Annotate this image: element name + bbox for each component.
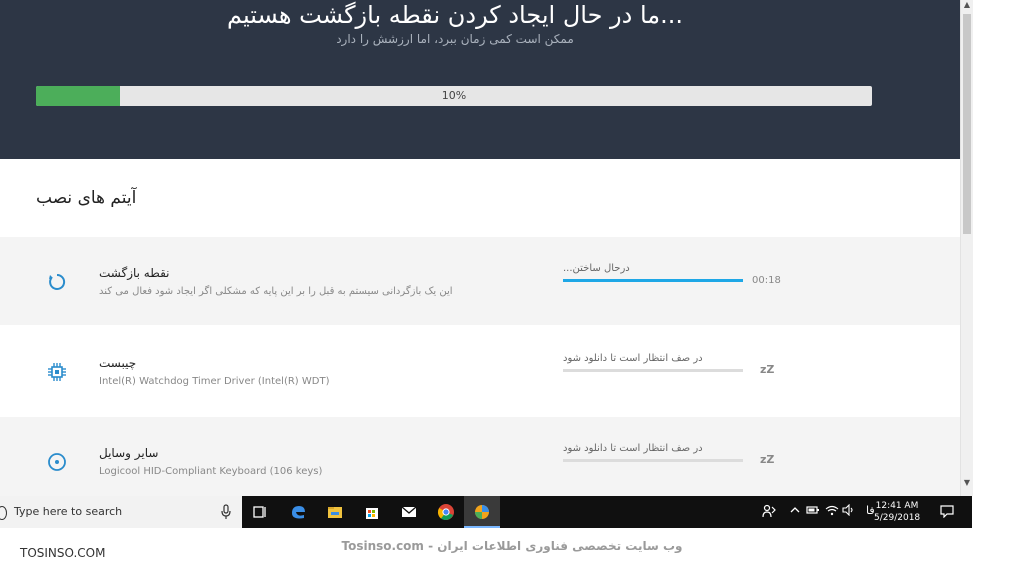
sleep-indicator: zZ [760,363,775,376]
chrome-icon[interactable] [428,496,464,528]
page-title: ...ما در حال ایجاد کردن نقطه بازگشت هستی… [226,1,684,29]
section-title: آیتم های نصب [36,188,137,208]
overall-progress-bar: 10% [36,86,872,106]
page-subtitle: ممکن است کمی زمان ببرد، اما ارزشش را دار… [336,32,574,46]
item-title: سایر وسایل [99,446,159,460]
driver-app-icon[interactable] [464,496,500,528]
sleep-indicator: zZ [760,453,775,466]
item-description: این یک بازگردانی سیستم به قبل را بر این … [99,286,453,297]
scroll-up-icon[interactable]: ▲ [961,0,973,9]
wifi-icon[interactable] [825,504,839,519]
spinner-icon [46,271,68,293]
item-progress-bar [563,459,743,462]
store-icon[interactable] [354,496,390,528]
scroll-down-icon[interactable]: ▼ [961,478,973,487]
item-description: Logicool HID-Compliant Keyboard (106 key… [99,466,323,477]
header: ...ما در حال ایجاد کردن نقطه بازگشت هستی… [0,0,960,159]
item-status: در صف انتظار است تا دانلود شود [563,443,703,454]
scroll-thumb[interactable] [963,14,971,234]
notification-icon[interactable] [940,504,954,521]
item-status: درحال ساختن... [563,263,630,274]
people-icon[interactable] [762,504,776,521]
chip-icon [46,361,68,383]
vertical-scrollbar[interactable]: ▲ ▼ [960,0,973,496]
driver-installer-window: ...ما در حال ایجاد کردن نقطه بازگشت هستی… [0,0,960,496]
item-progress-bar [563,369,743,372]
item-description: Intel(R) Watchdog Timer Driver (Intel(R)… [99,376,330,387]
watermark-caption: Tosinso.com - وب سایت تخصصی فناوری اطلاع… [341,539,683,553]
item-progress-fill [563,279,743,282]
progress-percent: 10% [441,89,467,102]
battery-icon[interactable] [806,504,820,519]
item-progress-bar [563,279,743,282]
search-placeholder: Type here to search [14,505,123,518]
item-status: در صف انتظار است تا دانلود شود [563,353,703,364]
taskbar: Type here to search فا 12:41 AM 5/29/201… [0,496,972,528]
mail-icon[interactable] [391,496,427,528]
cortana-icon [0,506,7,520]
task-view-icon[interactable] [242,496,278,528]
taskbar-search-box[interactable]: Type here to search [0,496,242,528]
item-title: نقطه بازگشت [99,266,170,280]
clock-time: 12:41 AM [875,501,919,511]
install-item-chipset[interactable]: چیبست Intel(R) Watchdog Timer Driver (In… [0,327,960,415]
item-title: چیبست [99,356,137,370]
disc-icon [46,451,68,473]
clock-date: 5/29/2018 [874,513,921,523]
file-explorer-icon[interactable] [317,496,353,528]
install-item-other-devices[interactable]: سایر وسایل Logicool HID-Compliant Keyboa… [0,417,960,496]
microphone-icon[interactable] [220,504,232,520]
volume-icon[interactable] [842,503,856,519]
chevron-up-icon[interactable] [789,504,801,519]
system-clock[interactable]: 12:41 AM 5/29/2018 [874,500,920,524]
edge-icon[interactable] [280,496,316,528]
item-elapsed-time: 00:18 [752,275,781,286]
install-item-restore-point[interactable]: نقطه بازگشت این یک بازگردانی سیستم به قب… [0,237,960,325]
